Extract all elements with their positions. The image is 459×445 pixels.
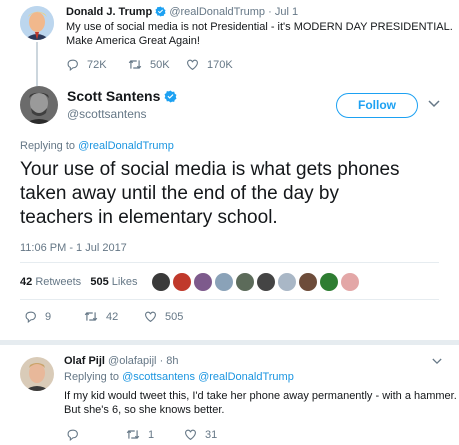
author-handle[interactable]: @olafapijl: [108, 355, 156, 367]
reply-button[interactable]: 9: [24, 310, 84, 323]
author-name-row: Scott Santens: [67, 88, 177, 106]
replying-to: Replying to @scottsantens @realDonaldTru…: [64, 371, 294, 383]
tweet-header: Olaf Pijl @olafapijl · 8h: [64, 355, 179, 367]
avatar[interactable]: [299, 273, 317, 291]
divider: [20, 262, 439, 263]
like-stat-label: Likes: [111, 276, 138, 288]
tweet-timestamp[interactable]: 11:06 PM - 1 Jul 2017: [20, 242, 127, 254]
retweets-stat[interactable]: 42 Retweets: [20, 276, 81, 288]
chevron-down-icon[interactable]: [432, 358, 442, 365]
tweet-date[interactable]: Jul 1: [275, 6, 298, 18]
avatar[interactable]: [173, 273, 191, 291]
chevron-down-icon[interactable]: [428, 100, 440, 108]
tweet-text-line: But she's 6, so she knows better.: [64, 404, 225, 416]
retweet-count: 42: [106, 310, 119, 323]
tweet-text: If my kid would tweet this, I'd take her…: [64, 389, 457, 417]
retweet-icon: [126, 430, 140, 439]
retweet-stat-label: Retweets: [35, 276, 82, 288]
retweet-button[interactable]: 50K: [128, 58, 186, 71]
avatar[interactable]: [278, 273, 296, 291]
avatar[interactable]: [341, 273, 359, 291]
author-name[interactable]: Donald J. Trump: [66, 6, 152, 18]
reply-count: 9: [45, 310, 52, 323]
avatar[interactable]: [194, 273, 212, 291]
avatar[interactable]: [257, 273, 275, 291]
tweet-actions: 72K 50K 170K: [66, 58, 233, 71]
tweet-text-line: If my kid would tweet this, I'd take her…: [64, 390, 457, 402]
author-name[interactable]: Olaf Pijl: [64, 355, 105, 367]
tweet-actions: 1 31: [66, 428, 217, 441]
reply-icon: [25, 311, 36, 323]
divider: [20, 299, 439, 300]
retweet-stat-count: 42: [20, 276, 33, 288]
follow-button[interactable]: Follow: [336, 93, 418, 118]
like-stat-count: 505: [90, 276, 109, 288]
tweet-actions: 9 42 505: [24, 310, 183, 323]
retweet-count: 50K: [150, 58, 170, 71]
tweet-text-line: Your use of social media is what gets ph…: [20, 159, 400, 180]
retweet-button[interactable]: 1: [126, 428, 184, 441]
retweet-icon: [84, 312, 98, 321]
avatar[interactable]: [215, 273, 233, 291]
reply-icon: [67, 429, 78, 441]
like-count: 505: [165, 310, 184, 323]
likes-stat[interactable]: 505 Likes: [90, 276, 137, 288]
like-count: 31: [205, 428, 218, 441]
tweet-header: Donald J. Trump @realDonaldTrump · Jul 1: [66, 6, 298, 20]
section-divider: [0, 340, 459, 345]
replying-to-prefix: Replying to: [20, 140, 79, 152]
like-button[interactable]: 170K: [186, 58, 233, 71]
avatar[interactable]: [20, 6, 54, 40]
author-name[interactable]: Scott Santens: [67, 88, 160, 104]
replying-to-prefix: Replying to: [64, 371, 123, 383]
retweet-count: 1: [148, 428, 155, 441]
author-handle[interactable]: @realDonaldTrump: [169, 6, 265, 18]
verified-badge-icon: [155, 6, 166, 20]
reply-icon: [67, 59, 78, 71]
verified-badge-icon: [164, 90, 177, 106]
retweet-button[interactable]: 42: [84, 310, 144, 323]
avatar[interactable]: [152, 273, 170, 291]
tweet-text-line: Make America Great Again!: [66, 35, 200, 47]
reply-button[interactable]: [66, 428, 126, 441]
reply-count: 72K: [87, 58, 107, 71]
avatar[interactable]: [236, 273, 254, 291]
avatar[interactable]: [20, 86, 58, 124]
thread-line: [36, 42, 38, 88]
replying-to-handle[interactable]: @scottsantens @realDonaldTrump: [122, 371, 294, 383]
tweet-text-line: My use of social media is not Presidenti…: [66, 21, 453, 33]
reply-button[interactable]: 72K: [66, 58, 128, 71]
avatar[interactable]: [20, 357, 54, 391]
separator: ·: [159, 355, 164, 367]
heart-icon: [187, 59, 198, 71]
replying-to: Replying to @realDonaldTrump: [20, 140, 174, 152]
separator: ·: [268, 6, 272, 18]
heart-icon: [145, 311, 156, 323]
like-count: 170K: [207, 58, 233, 71]
avatar[interactable]: [320, 273, 338, 291]
tweet-text-line: taken away until the end of the day by: [20, 183, 339, 204]
replying-to-handle[interactable]: @realDonaldTrump: [78, 140, 174, 152]
like-button[interactable]: 505: [144, 310, 183, 323]
tweet-date[interactable]: 8h: [166, 355, 178, 367]
tweet-text-line: teachers in elementary school.: [20, 207, 278, 228]
heart-icon: [185, 429, 196, 441]
like-button[interactable]: 31: [184, 428, 217, 441]
tweet-stats: 42 Retweets 505 Likes: [20, 276, 137, 288]
author-handle[interactable]: @scottsantens: [67, 107, 147, 121]
tweet-text: Your use of social media is what gets ph…: [20, 158, 400, 230]
tweet-text: My use of social media is not Presidenti…: [66, 20, 453, 48]
retweet-icon: [128, 60, 142, 69]
likers-avatars: [152, 273, 362, 291]
